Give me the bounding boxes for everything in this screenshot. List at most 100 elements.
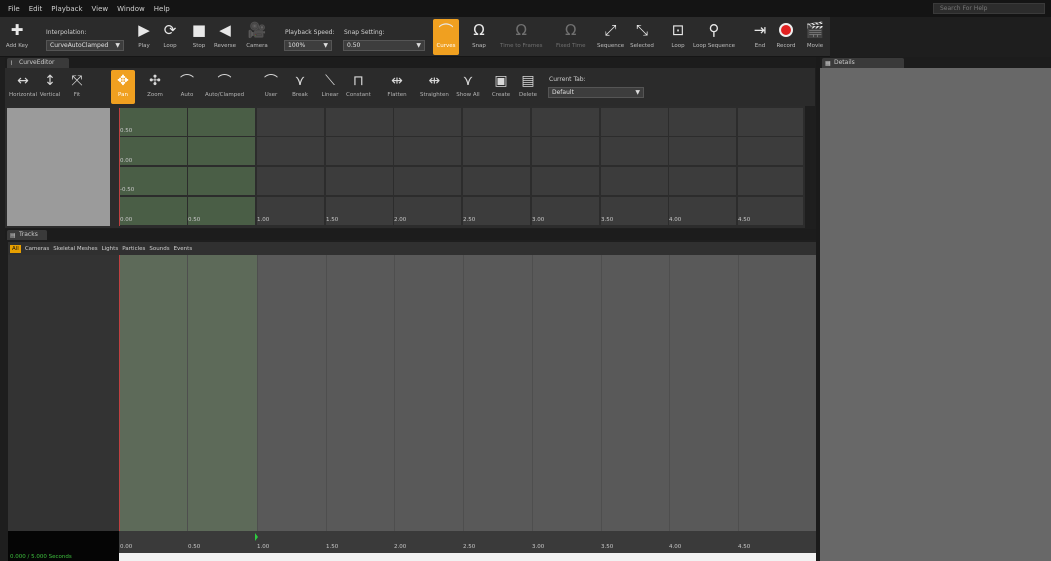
menu-help[interactable]: Help <box>154 5 170 13</box>
end-button[interactable]: ⇥ End <box>747 19 773 55</box>
time-readout: 0.000 / 5.000 Seconds <box>8 531 119 561</box>
curve-grid-cell <box>601 137 668 165</box>
snap-button[interactable]: Ω Snap <box>466 19 492 55</box>
record-button[interactable]: Record <box>773 19 799 55</box>
curve-x-label: 3.50 <box>601 217 614 223</box>
user-tangent-icon: ⌒ <box>264 74 278 90</box>
menu-file[interactable]: File <box>8 5 20 13</box>
curve-x-label: 2.00 <box>394 217 407 223</box>
tab-tracks[interactable]: ▤ Tracks <box>7 230 47 240</box>
filter-events[interactable]: Events <box>174 246 193 252</box>
pan-button[interactable]: ✥ Pan <box>111 70 135 104</box>
curve-grid-cell <box>532 137 599 165</box>
zoom-button[interactable]: ✣ Zoom <box>143 70 167 104</box>
curve-grid-cell <box>394 137 461 165</box>
break-button[interactable]: ⋎ Break <box>288 70 312 104</box>
time-to-frames-button[interactable]: Ω Time to Frames <box>500 19 542 55</box>
filter-skeletal-meshes[interactable]: Skeletal Meshes <box>53 246 97 252</box>
menu-edit[interactable]: Edit <box>29 5 43 13</box>
fit-button[interactable]: ⤧ Fit <box>65 70 89 104</box>
loop-button[interactable]: ⟳ Loop <box>157 19 183 55</box>
play-button[interactable]: ▶ Play <box>131 19 157 55</box>
constant-button[interactable]: ⊓ Constant <box>346 70 371 104</box>
add-key-icon: ✚ <box>10 21 24 39</box>
show-all-button[interactable]: ⋎ Show All <box>456 70 480 104</box>
tab-curve-editor[interactable]: ⌇ CurveEditor <box>7 58 69 68</box>
filter-sounds[interactable]: Sounds <box>149 246 169 252</box>
track-x-label: 1.00 <box>257 544 270 550</box>
reverse-button[interactable]: ◀ Reverse <box>212 19 238 55</box>
curve-y-label: 0.50 <box>120 128 133 134</box>
track-list[interactable] <box>8 255 119 531</box>
curve-label-panel <box>7 108 110 226</box>
playback-speed-label: Playback Speed: <box>285 29 335 36</box>
filter-all[interactable]: All <box>10 244 21 253</box>
curve-grid-cell <box>257 167 324 195</box>
snap-setting-label: Snap Setting: <box>344 29 385 36</box>
curve-x-label: 3.00 <box>532 217 545 223</box>
curve-grid-cell <box>669 167 736 195</box>
camera-button[interactable]: 🎥 Camera <box>244 19 270 55</box>
snap-setting-dropdown[interactable]: 0.50 ▼ <box>343 40 425 51</box>
zoom-selected-icon: ⤡ <box>635 21 648 39</box>
filter-cameras[interactable]: Cameras <box>25 246 49 252</box>
curve-grid-cell <box>463 108 530 136</box>
linear-icon: ⟍ <box>325 73 335 89</box>
interpolation-dropdown[interactable]: CurveAutoClamped ▼ <box>46 40 124 51</box>
menu-window[interactable]: Window <box>117 5 145 13</box>
curve-y-label: -0.50 <box>120 187 135 193</box>
auto-button[interactable]: ⌒ Auto <box>175 70 199 104</box>
search-help-input[interactable]: Search For Help <box>933 3 1045 14</box>
filter-particles[interactable]: Particles <box>122 246 145 252</box>
curve-grid-cell <box>738 108 803 136</box>
menu-view[interactable]: View <box>92 5 109 13</box>
zoom-selected-button[interactable]: ⤡ Selected <box>629 19 655 55</box>
track-scrollbar[interactable] <box>119 553 816 561</box>
track-x-label: 3.50 <box>601 544 614 550</box>
curve-graph[interactable] <box>5 106 805 228</box>
curve-grid-cell <box>257 137 324 165</box>
menu-playback[interactable]: Playback <box>51 5 82 13</box>
track-x-label: 2.50 <box>463 544 476 550</box>
menu-bar: File Edit Playback View Window Help <box>0 0 1051 17</box>
filter-lights[interactable]: Lights <box>102 246 119 252</box>
delete-tab-button[interactable]: ▤ Delete <box>516 70 540 104</box>
track-gridline <box>187 255 188 553</box>
track-x-label: 2.00 <box>394 544 407 550</box>
track-gridline <box>394 255 395 553</box>
auto-clamped-button[interactable]: ⌒ Auto/Clamped <box>205 70 244 104</box>
curve-grid-cell <box>738 167 803 195</box>
track-x-label: 0.50 <box>188 544 201 550</box>
user-button[interactable]: ⌒ User <box>259 70 283 104</box>
track-time-line <box>119 255 120 531</box>
show-all-icon: ⋎ <box>462 73 474 89</box>
pan-icon: ✥ <box>117 73 129 89</box>
linear-button[interactable]: ⟍ Linear <box>318 70 342 104</box>
end-icon: ⇥ <box>753 21 767 39</box>
auto-clamped-icon: ⌒ <box>217 74 232 90</box>
curve-grid-cell <box>394 167 461 195</box>
tab-details[interactable]: ▦ Details <box>822 58 904 68</box>
zoom-loop-button[interactable]: ⊡ Loop <box>665 19 691 55</box>
curve-grid-cell <box>463 137 530 165</box>
movie-button[interactable]: 🎬 Movie <box>802 19 828 55</box>
fit-vertical-button[interactable]: ↕ Vertical <box>38 70 62 104</box>
curve-grid-cell <box>326 137 393 165</box>
track-gridline <box>463 255 464 553</box>
curves-toggle[interactable]: ⌒ Curves <box>433 19 459 55</box>
track-gridline <box>326 255 327 553</box>
loop-marker-icon[interactable] <box>255 533 258 541</box>
fixed-time-button[interactable]: Ω Fixed Time <box>556 19 585 55</box>
create-tab-button[interactable]: ▣ Create <box>489 70 513 104</box>
tracks-icon: ▤ <box>10 232 16 239</box>
zoom-sequence-button[interactable]: ⤢ Sequence <box>597 19 624 55</box>
details-panel <box>820 68 1051 561</box>
flatten-button[interactable]: ⇹ Flatten <box>385 70 409 104</box>
straighten-button[interactable]: ⇹ Straighten <box>420 70 449 104</box>
fit-horizontal-button[interactable]: ↔ Horizontal <box>9 70 37 104</box>
stop-button[interactable]: ■ Stop <box>186 19 212 55</box>
playback-speed-dropdown[interactable]: 100% ▼ <box>284 40 332 51</box>
loop-sequence-button[interactable]: ⚲ Loop Sequence <box>693 19 735 55</box>
current-tab-dropdown[interactable]: Default ▼ <box>548 87 644 98</box>
add-key-button[interactable]: ✚ Add Key <box>4 19 30 55</box>
